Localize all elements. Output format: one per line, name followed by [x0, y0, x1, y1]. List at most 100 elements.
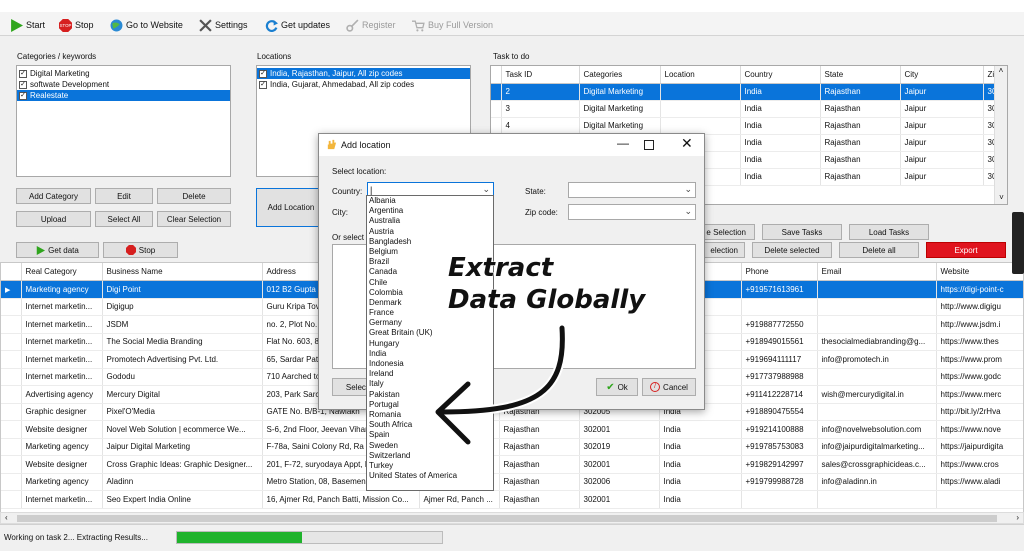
side-toolbar[interactable]	[1012, 212, 1024, 274]
row-header[interactable]	[1, 438, 22, 456]
column-header[interactable]: Phone	[741, 263, 818, 281]
scroll-right-icon[interactable]: ›	[1016, 513, 1019, 522]
country-option[interactable]: Austria	[367, 227, 493, 237]
row-header[interactable]	[1, 350, 22, 369]
category-item-selected[interactable]: ✓ Realestate	[17, 90, 230, 101]
row-header[interactable]	[1, 455, 22, 474]
add-location-button[interactable]: Add Location	[256, 188, 326, 227]
get-updates-button[interactable]: Get updates	[265, 17, 330, 33]
row-header[interactable]	[1, 368, 22, 386]
column-header[interactable]: Task ID	[501, 66, 580, 84]
row-header[interactable]	[491, 117, 502, 135]
delete-selected-button[interactable]: Delete selected	[752, 242, 832, 258]
task-row[interactable]: 2Digital MarketingIndiaRajasthanJaipur30…	[491, 83, 1007, 101]
table-cell	[660, 83, 741, 101]
delete-all-button[interactable]: Delete all	[839, 242, 919, 258]
scroll-down-icon[interactable]: ˅	[995, 193, 1007, 202]
row-header[interactable]	[1, 403, 22, 421]
column-header[interactable]: Country	[740, 66, 821, 84]
table-cell	[817, 298, 937, 316]
row-header[interactable]	[1, 298, 22, 316]
row-header[interactable]: ▶	[1, 280, 22, 299]
cart-icon	[412, 20, 425, 31]
horizontal-scrollbar[interactable]: ‹ ›	[0, 512, 1024, 524]
table-cell: India	[740, 83, 821, 101]
table-cell: Digital Marketing	[579, 117, 661, 135]
country-option[interactable]: Albania	[367, 196, 493, 206]
task-row[interactable]: 3Digital MarketingIndiaRajasthanJaipur30…	[491, 100, 1007, 118]
start-button[interactable]: Start	[10, 17, 45, 33]
table-cell	[660, 100, 741, 118]
country-option[interactable]: Argentina	[367, 206, 493, 216]
clear-selection-button[interactable]: Clear Selection	[157, 211, 231, 227]
ok-button[interactable]: ✔ Ok	[596, 378, 638, 396]
stop-button[interactable]: STOP Stop	[59, 17, 94, 33]
row-header[interactable]	[1, 490, 22, 509]
go-to-website-button[interactable]: Go to Website	[110, 17, 183, 33]
row-header[interactable]	[1, 420, 22, 439]
column-header[interactable]: Real Category	[21, 263, 103, 281]
stop-results-button[interactable]: Stop	[103, 242, 178, 258]
row-header[interactable]	[1, 315, 22, 334]
task-scrollbar[interactable]: ˄ ˅	[994, 66, 1007, 204]
row-header[interactable]	[491, 100, 502, 118]
table-cell: Website designer	[21, 420, 103, 439]
load-tasks-button[interactable]: Load Tasks	[849, 224, 929, 240]
delete-category-button[interactable]: Delete	[157, 188, 231, 204]
row-header[interactable]	[1, 473, 22, 491]
category-item[interactable]: ✓ softwate Development	[17, 79, 230, 90]
minimize-icon[interactable]: —	[617, 136, 629, 150]
categories-list[interactable]: ✓ Digital Marketing ✓ softwate Development…	[16, 65, 231, 177]
column-header[interactable]: Categories	[579, 66, 661, 84]
country-option[interactable]: Australia	[367, 216, 493, 226]
table-cell: Marketing agency	[21, 280, 103, 299]
column-header[interactable]: Website	[936, 263, 1023, 281]
upload-button[interactable]: Upload	[16, 211, 91, 227]
table-cell: 302019	[579, 438, 660, 456]
table-row[interactable]: Marketing agency Aladinn Metro Station, 08…	[1, 473, 1023, 491]
row-header[interactable]	[1, 333, 22, 351]
save-tasks-button[interactable]: Save Tasks	[762, 224, 842, 240]
location-item[interactable]: ✓ India, Gujarat, Ahmedabad, All zip code…	[257, 79, 470, 90]
column-header[interactable]: State	[820, 66, 901, 84]
table-cell: Aladinn	[102, 473, 263, 491]
clear-task-selection-button[interactable]: e Selection	[700, 224, 755, 240]
buy-full-version-button[interactable]: Buy Full Version	[412, 17, 493, 33]
maximize-icon[interactable]	[644, 140, 654, 150]
select-all-button[interactable]: Select All	[95, 211, 153, 227]
export-button[interactable]: Export	[926, 242, 1006, 258]
table-cell: Jaipur Digital Marketing	[102, 438, 263, 456]
cancel-button[interactable]: / Cancel	[642, 378, 696, 396]
get-data-button[interactable]: Get data	[16, 242, 99, 258]
table-cell: 302001	[579, 490, 660, 509]
column-header[interactable]: City	[900, 66, 984, 84]
column-header[interactable]: Business Name	[102, 263, 263, 281]
row-header[interactable]	[1, 385, 22, 404]
category-label: Realestate	[30, 91, 69, 100]
table-cell: 4	[501, 117, 580, 135]
scroll-up-icon[interactable]: ˄	[995, 66, 1007, 75]
scroll-left-icon[interactable]: ‹	[5, 513, 8, 522]
scrollbar-thumb[interactable]	[17, 515, 997, 522]
category-item[interactable]: ✓ Digital Marketing	[17, 68, 230, 79]
zip-code-dropdown[interactable]: ⌄	[568, 204, 696, 220]
edit-category-button[interactable]: Edit	[95, 188, 153, 204]
table-cell: Website designer	[21, 455, 103, 474]
country-option[interactable]: United States of America	[367, 471, 493, 481]
locations-title: Locations	[257, 52, 292, 61]
task-row[interactable]: 4Digital MarketingIndiaRajasthanJaipur30…	[491, 117, 1007, 135]
select-location-label: Select location:	[332, 167, 387, 176]
register-button[interactable]: Register	[346, 17, 396, 33]
column-header[interactable]: Location	[660, 66, 741, 84]
settings-button[interactable]: Settings	[199, 17, 248, 33]
location-item-selected[interactable]: ✓ India, Rajasthan, Jaipur, All zip codes	[257, 68, 470, 79]
country-option[interactable]: Bangladesh	[367, 237, 493, 247]
country-option[interactable]: Turkey	[367, 461, 493, 471]
row-header[interactable]	[491, 83, 502, 101]
close-icon[interactable]: ✕	[681, 135, 693, 152]
column-header[interactable]: Email	[817, 263, 937, 281]
checkbox-checked-icon: ✓	[19, 91, 27, 100]
state-dropdown[interactable]: ⌄	[568, 182, 696, 198]
table-row[interactable]: Internet marketin... Seo Expert India Onl…	[1, 490, 1023, 509]
add-category-button[interactable]: Add Category	[16, 188, 91, 204]
